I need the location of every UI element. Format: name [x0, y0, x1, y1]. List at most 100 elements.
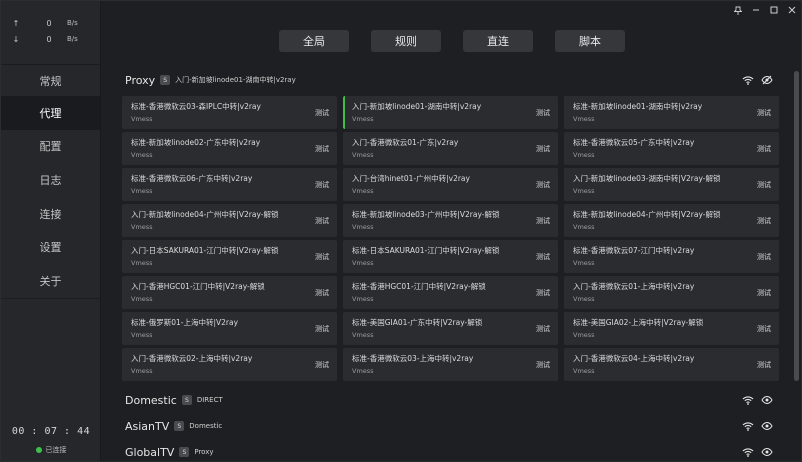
proxy-group-header[interactable]: Domestic S DIRECT	[111, 387, 787, 413]
group-actions	[742, 421, 773, 431]
scrollbar-thumb[interactable]	[794, 71, 799, 381]
node-test-button[interactable]: 测试	[757, 180, 771, 190]
proxy-node-card[interactable]: 入门-香港微软云01-广东|v2ray Vmess 测试	[343, 132, 558, 165]
node-test-button[interactable]: 测试	[315, 108, 329, 118]
eye-icon[interactable]	[761, 421, 773, 431]
node-test-button[interactable]: 测试	[536, 108, 550, 118]
node-name: 标准-新加坡linode02-广东中转|v2ray	[131, 138, 261, 147]
node-type: Vmess	[131, 331, 153, 339]
node-test-button[interactable]: 测试	[757, 324, 771, 334]
proxy-node-card[interactable]: 入门-台湾hinet01-广州中转|v2ray Vmess 测试	[343, 168, 558, 201]
wifi-test-icon[interactable]	[742, 447, 754, 457]
sidebar-item[interactable]: 代理	[1, 96, 100, 130]
proxy-node-card[interactable]: 入门-香港HGC01-江门中转|V2ray-解锁 Vmess 测试	[122, 276, 337, 309]
proxy-node-card[interactable]: 标准-新加坡linode01-湖南中转|v2ray Vmess 测试	[564, 96, 779, 129]
eye-icon[interactable]	[761, 395, 773, 405]
proxy-node-card[interactable]: 标准-香港微软云03-上海中转|v2ray Vmess 测试	[343, 348, 558, 381]
node-test-button[interactable]: 测试	[757, 360, 771, 370]
node-name: 入门-香港微软云04-上海中转|v2ray	[573, 354, 695, 363]
proxy-node-card[interactable]: 入门-日本SAKURA01-江门中转|V2ray-解锁 Vmess 测试	[122, 240, 337, 273]
group-selected-node: Domestic	[189, 422, 223, 430]
proxy-node-card[interactable]: 标准-美国GIA01-广东中转|V2ray-解锁 Vmess 测试	[343, 312, 558, 345]
proxy-node-card[interactable]: 入门-香港微软云02-上海中转|v2ray Vmess 测试	[122, 348, 337, 381]
node-test-button[interactable]: 测试	[536, 180, 550, 190]
node-test-button[interactable]: 测试	[315, 252, 329, 262]
close-icon[interactable]	[783, 1, 801, 19]
node-name: 入门-日本SAKURA01-江门中转|V2ray-解锁	[131, 246, 279, 255]
sidebar-item[interactable]: 配置	[1, 130, 100, 164]
node-test-button[interactable]: 测试	[315, 144, 329, 154]
proxy-group-header[interactable]: AsianTV S Domestic	[111, 413, 787, 439]
proxy-node-card[interactable]: 入门-新加坡linode01-湖南中转|v2ray Vmess 测试	[343, 96, 558, 129]
proxy-node-card[interactable]: 标准-香港HGC01-江门中转|V2ray-解锁 Vmess 测试	[343, 276, 558, 309]
node-test-button[interactable]: 测试	[536, 360, 550, 370]
upload-speed-unit: B/s	[67, 19, 78, 27]
proxy-node-card[interactable]: 标准-香港微软云06-广东中转|v2ray Vmess 测试	[122, 168, 337, 201]
node-type: Vmess	[131, 187, 153, 195]
group-name: AsianTV	[125, 419, 170, 433]
wifi-test-icon[interactable]	[742, 395, 754, 405]
node-test-button[interactable]: 测试	[536, 144, 550, 154]
sidebar-item[interactable]: 常规	[1, 65, 100, 96]
proxy-node-card[interactable]: 标准-香港微软云05-广东中转|v2ray Vmess 测试	[564, 132, 779, 165]
node-test-button[interactable]: 测试	[757, 252, 771, 262]
node-test-button[interactable]: 测试	[536, 324, 550, 334]
proxy-group-header[interactable]: GlobalTV S Proxy	[111, 439, 787, 461]
node-name: 入门-台湾hinet01-广州中转|v2ray	[352, 174, 470, 183]
pin-icon[interactable]	[729, 1, 747, 19]
sidebar-divider	[1, 298, 101, 299]
wifi-test-icon[interactable]	[742, 75, 754, 85]
node-type: Vmess	[131, 115, 153, 123]
node-test-button[interactable]: 测试	[757, 288, 771, 298]
node-test-button[interactable]: 测试	[315, 288, 329, 298]
proxy-node-card[interactable]: 标准-香港微软云07-江门中转|v2ray Vmess 测试	[564, 240, 779, 273]
upload-speed-value: 0	[46, 18, 52, 28]
mode-button[interactable]: 脚本	[555, 30, 625, 52]
proxy-group-header[interactable]: Proxy S 入门-新加坡linode01-湖南中转|v2ray	[111, 67, 787, 93]
node-test-button[interactable]: 测试	[315, 324, 329, 334]
node-name: 标准-美国GIA01-广东中转|V2ray-解锁	[352, 318, 483, 327]
eye-off-icon[interactable]	[761, 75, 773, 85]
proxy-node-card[interactable]: 标准-香港微软云03-森IPLC中转|v2ray Vmess 测试	[122, 96, 337, 129]
wifi-test-icon[interactable]	[742, 421, 754, 431]
mode-button[interactable]: 全局	[279, 30, 349, 52]
proxy-node-card[interactable]: 入门-新加坡linode04-广州中转|V2ray-解锁 Vmess 测试	[122, 204, 337, 237]
mode-button[interactable]: 规则	[371, 30, 441, 52]
node-test-button[interactable]: 测试	[315, 180, 329, 190]
node-type: Vmess	[573, 295, 595, 303]
eye-icon[interactable]	[761, 447, 773, 457]
node-test-button[interactable]: 测试	[757, 216, 771, 226]
group-actions	[742, 75, 773, 85]
proxy-node-card[interactable]: 标准-俄罗斯01-上海中转|V2ray Vmess 测试	[122, 312, 337, 345]
sidebar-item[interactable]: 设置	[1, 230, 100, 264]
proxy-node-card[interactable]: 标准-新加坡linode03-广州中转|V2ray-解锁 Vmess 测试	[343, 204, 558, 237]
node-test-button[interactable]: 测试	[757, 108, 771, 118]
sidebar-item[interactable]: 连接	[1, 197, 100, 231]
node-type: Vmess	[352, 331, 374, 339]
proxy-node-card[interactable]: 入门-香港微软云01-上海中转|v2ray Vmess 测试	[564, 276, 779, 309]
group-actions	[742, 395, 773, 405]
node-test-button[interactable]: 测试	[536, 252, 550, 262]
maximize-icon[interactable]	[765, 1, 783, 19]
node-test-button[interactable]: 测试	[315, 360, 329, 370]
sidebar-item[interactable]: 关于	[1, 264, 100, 298]
node-name: 标准-新加坡linode01-湖南中转|v2ray	[573, 102, 703, 111]
node-type: Vmess	[573, 187, 595, 195]
mode-button[interactable]: 直连	[463, 30, 533, 52]
proxy-node-card[interactable]: 标准-日本SAKURA01-江门中转|V2ray-解锁 Vmess 测试	[343, 240, 558, 273]
node-type: Vmess	[352, 151, 374, 159]
sidebar-item[interactable]: 日志	[1, 163, 100, 197]
proxy-node-card[interactable]: 标准-新加坡linode02-广东中转|v2ray Vmess 测试	[122, 132, 337, 165]
download-speed: ↓ 0 B/s	[1, 31, 100, 47]
download-speed-unit: B/s	[67, 35, 78, 43]
node-test-button[interactable]: 测试	[757, 144, 771, 154]
proxy-node-card[interactable]: 标准-新加坡linode04-广州中转|V2ray-解锁 Vmess 测试	[564, 204, 779, 237]
proxy-node-card[interactable]: 入门-新加坡linode03-湖南中转|V2ray-解锁 Vmess 测试	[564, 168, 779, 201]
node-test-button[interactable]: 测试	[536, 288, 550, 298]
proxy-node-card[interactable]: 标准-美国GIA02-上海中转|V2ray-解锁 Vmess 测试	[564, 312, 779, 345]
proxy-node-card[interactable]: 入门-香港微软云04-上海中转|v2ray Vmess 测试	[564, 348, 779, 381]
minimize-icon[interactable]	[747, 1, 765, 19]
node-type: Vmess	[573, 331, 595, 339]
node-test-button[interactable]: 测试	[315, 216, 329, 226]
node-test-button[interactable]: 测试	[536, 216, 550, 226]
